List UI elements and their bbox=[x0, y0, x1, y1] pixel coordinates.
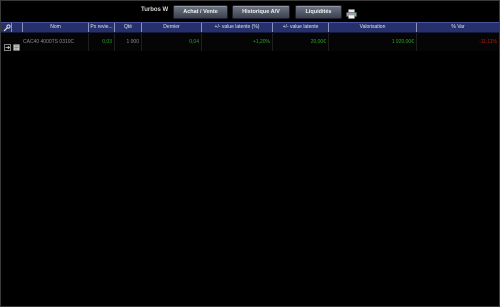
cell-px-revient: 0,03 bbox=[88, 33, 114, 51]
cell-pv-latente-pct: +1,20% bbox=[201, 33, 272, 51]
col-var-pct[interactable]: % Var bbox=[416, 23, 499, 32]
cell-valorisation: 1 920,00€ bbox=[328, 33, 416, 51]
cell-nom[interactable]: CAC40 4000TS 0310C bbox=[22, 33, 88, 51]
table-header: Nom Px revie... Qté Dernier +/- value la… bbox=[1, 22, 499, 33]
historique-button[interactable]: Historique A/V bbox=[232, 5, 290, 19]
cell-pv-latente: 20,00€ bbox=[272, 33, 328, 51]
liquidites-button[interactable]: Liquidités bbox=[295, 5, 342, 19]
col-qte[interactable]: Qté bbox=[114, 23, 141, 32]
col-nom[interactable]: Nom bbox=[22, 23, 88, 32]
col-pv-latente[interactable]: +/- value latente bbox=[272, 23, 328, 32]
cell-dernier: 0,04 bbox=[141, 33, 201, 51]
portfolio-window: Turbos W Achat / Vente Historique A/V Li… bbox=[0, 0, 500, 307]
col-actions bbox=[11, 23, 22, 32]
cell-var-pct: -11,11% bbox=[416, 33, 499, 51]
achat-vente-button[interactable]: Achat / Vente bbox=[173, 5, 228, 19]
table-row[interactable]: CAC40 4000TS 0310C 0,03 1 000 0,04 +1,20… bbox=[1, 33, 499, 51]
cell-qte: 1 000 bbox=[114, 33, 141, 51]
toolbar: Turbos W Achat / Vente Historique A/V Li… bbox=[1, 1, 499, 21]
col-dernier[interactable]: Dernier bbox=[141, 23, 201, 32]
printer-icon[interactable] bbox=[346, 6, 357, 19]
col-px-revient[interactable]: Px revie... bbox=[88, 23, 114, 32]
section-title: Turbos W bbox=[141, 7, 169, 13]
settings-wrench-icon[interactable] bbox=[2, 23, 11, 32]
col-valorisation[interactable]: Valorisation bbox=[328, 23, 416, 32]
col-pv-latente-pct[interactable]: +/- value latente (%) bbox=[201, 23, 272, 32]
document-icon[interactable] bbox=[13, 38, 20, 51]
trade-arrow-icon[interactable] bbox=[4, 38, 11, 51]
